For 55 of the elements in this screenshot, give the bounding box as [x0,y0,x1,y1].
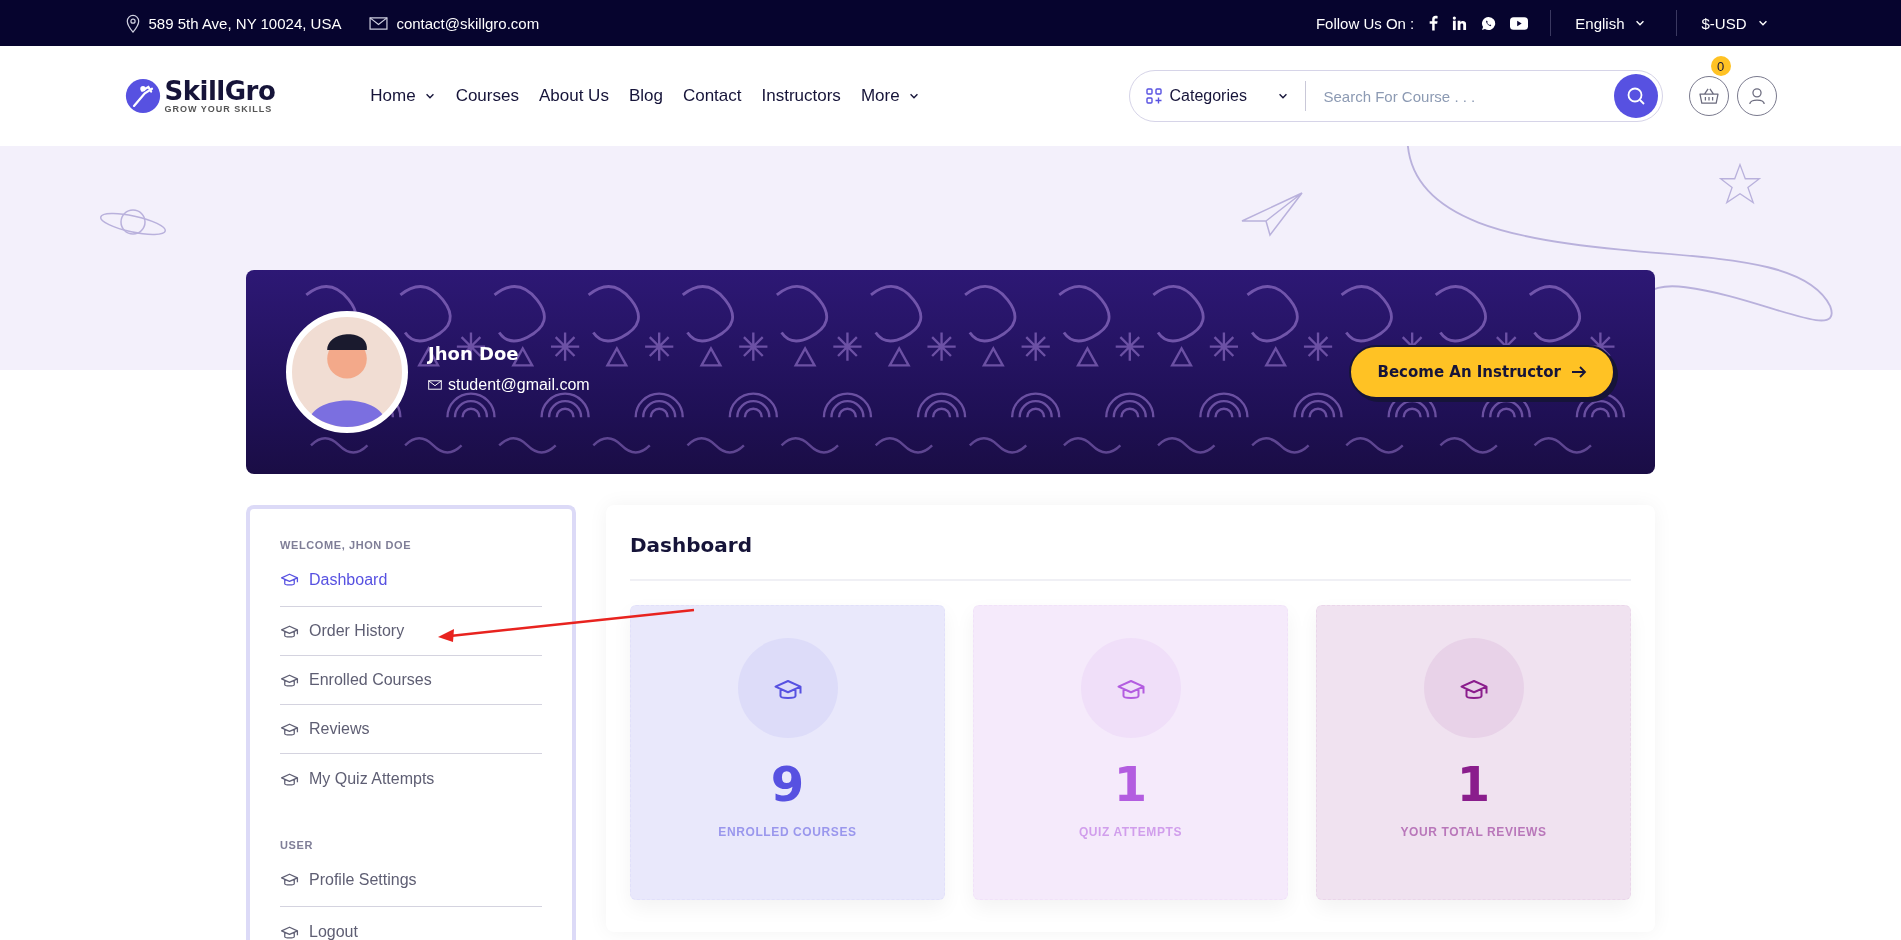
linkedin-icon[interactable] [1452,15,1468,31]
nav-link[interactable]: More [860,86,920,106]
sidebar-item[interactable]: Enrolled Courses [280,656,542,705]
sidebar-item[interactable]: Dashboard [280,567,542,607]
section-heading: USER [280,839,314,851]
youtube-icon[interactable] [1510,16,1529,30]
cart-count-badge: 0 [1710,56,1731,76]
sidebar-item[interactable]: Profile Settings [280,867,542,907]
nav-link[interactable]: Courses [455,86,519,106]
categories-dropdown[interactable]: Categories [1145,81,1306,111]
nav-link[interactable]: Contact [682,86,742,106]
stat-number: 1 [1113,758,1148,811]
sidebar-item[interactable]: Logout [280,907,542,940]
follow-label: Follow Us On : [1315,14,1415,32]
arrow-right-icon [1571,365,1587,379]
search-icon [1625,86,1646,106]
profile-name: Jhon Doe [428,342,520,364]
become-instructor-button[interactable]: Become An Instructor [1349,345,1615,399]
address-text: 589 5th Ave, NY 10024, USA [148,14,342,32]
sidebar-item[interactable]: My Quiz Attempts [280,754,542,803]
language-dropdown[interactable]: English [1567,14,1655,32]
location-pin-icon [124,13,141,33]
section-heading: WELCOME, JHON DOE [280,539,413,551]
logo-name[interactable]: SkillGro [164,78,276,104]
envelope-icon [369,15,389,31]
stat-label: QUIZ ATTEMPTS [1078,824,1183,839]
graduation-cap-icon [280,571,299,587]
grid-icon [1145,88,1162,104]
graduation-cap-icon [280,672,299,688]
basket-icon [1698,87,1719,105]
nav-link[interactable]: Blog [628,86,663,106]
user-icon [1746,87,1767,105]
currency-dropdown[interactable]: $-USD [1693,14,1777,32]
profile-email: student@gmail.com [448,375,590,394]
email-link[interactable]: contact@skillgro.com [396,14,540,32]
nav-link[interactable]: About Us [538,86,609,106]
star-drawing [1718,162,1762,206]
stat-label: ENROLLED COURSES [718,824,857,839]
envelope-icon [428,378,442,391]
stat-number: 9 [770,758,805,811]
graduation-cap-icon [280,721,299,737]
dashboard-title: Dashboard [630,532,753,557]
paper-plane-drawing [1240,191,1304,239]
sidebar-item[interactable]: Reviews [280,705,542,754]
logo-icon [124,78,161,114]
search-button[interactable] [1613,74,1658,118]
facebook-icon[interactable] [1428,15,1439,31]
stat-label: YOUR TOTAL REVIEWS [1400,824,1547,839]
nav-link[interactable]: Instructors [761,86,841,106]
whatsapp-icon[interactable] [1481,15,1497,31]
nav-link[interactable]: Home [370,86,436,106]
graduation-cap-icon [280,623,299,639]
graduation-cap-icon [280,871,299,887]
stat-number: 1 [1456,758,1491,811]
logo-tagline: GROW YOUR SKILLS [164,104,274,114]
